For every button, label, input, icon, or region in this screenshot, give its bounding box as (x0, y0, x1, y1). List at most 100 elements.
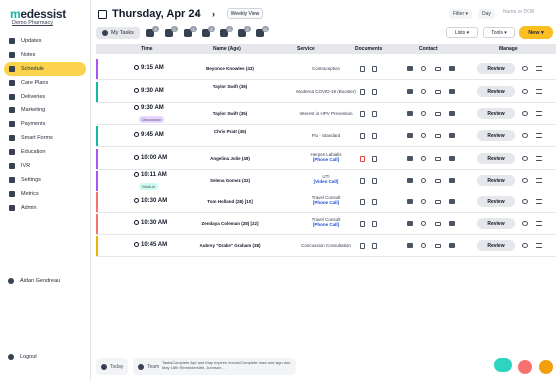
table-row[interactable]: 10:30 AM Tom Holland (28) [10] Travel Co… (96, 191, 556, 213)
list-icon[interactable] (536, 66, 542, 71)
notes-icon[interactable] (372, 221, 377, 227)
chat-icon[interactable] (449, 221, 455, 226)
sidebar-item-metrics[interactable]: Metrics (4, 187, 86, 201)
tab-icon-2[interactable]: 1 (165, 26, 178, 37)
video-icon[interactable] (435, 90, 441, 94)
review-button[interactable]: Review (477, 240, 515, 251)
video-icon[interactable] (435, 67, 441, 71)
chat-icon[interactable] (449, 89, 455, 94)
document-icon[interactable] (360, 221, 365, 227)
document-icon[interactable] (360, 111, 365, 117)
message-icon[interactable] (407, 66, 413, 71)
notes-icon[interactable] (372, 178, 377, 184)
chat-icon[interactable] (449, 243, 455, 248)
notes-icon[interactable] (372, 156, 377, 162)
review-button[interactable]: Review (477, 218, 515, 229)
sidebar-item-education[interactable]: Education (4, 145, 86, 159)
message-icon[interactable] (407, 243, 413, 248)
user-profile[interactable]: Aidan Gendreau (8, 278, 60, 284)
notes-icon[interactable] (372, 243, 377, 249)
patient-name[interactable]: Chris Pratt (45) (191, 129, 269, 134)
phone-icon[interactable] (421, 89, 426, 94)
document-icon[interactable] (360, 133, 365, 139)
next-day-button[interactable]: › (212, 9, 215, 19)
video-icon[interactable] (435, 244, 441, 248)
tools-button[interactable]: Tools ▾ (483, 27, 515, 38)
table-row[interactable]: 9:30 AM Taylor Swift (35) Moderna COVID-… (96, 81, 556, 103)
sidebar-item-payments[interactable]: Payments (4, 117, 86, 131)
table-row[interactable]: 10:45 AM Aubrey "Drake" Graham (38) Conc… (96, 235, 556, 257)
message-icon[interactable] (407, 89, 413, 94)
table-row[interactable]: 9:45 AM Chris Pratt (45) Flu - Standard … (96, 125, 556, 147)
sidebar-item-smart-forms[interactable]: Smart Forms (4, 131, 86, 145)
tab-icon-3[interactable]: 1 (184, 26, 197, 37)
video-icon[interactable] (435, 112, 441, 116)
refresh-icon[interactable] (522, 199, 528, 204)
message-icon[interactable] (407, 199, 413, 204)
sidebar-item-care-plans[interactable]: Care Plans (4, 76, 86, 90)
chat-icon[interactable] (449, 156, 455, 161)
new-button[interactable]: New ▾ (519, 26, 553, 39)
calendar-icon[interactable] (98, 9, 107, 19)
search-input[interactable]: Name or DOB (503, 9, 534, 15)
prev-day-button[interactable]: ‹ (195, 9, 198, 19)
day-dropdown[interactable]: Day (478, 9, 495, 19)
sidebar-item-ivr[interactable]: IVR (4, 159, 86, 173)
patient-name[interactable]: Selena Gomez (32) (191, 178, 269, 183)
phone-icon[interactable] (421, 178, 426, 183)
review-button[interactable]: Review (477, 153, 515, 164)
video-icon[interactable] (435, 157, 441, 161)
sidebar-item-marketing[interactable]: Marketing (4, 103, 86, 117)
review-button[interactable]: Review (477, 196, 515, 207)
phone-icon[interactable] (421, 66, 426, 71)
tab-icon-4[interactable]: 2 (202, 26, 215, 37)
sidebar-item-settings[interactable]: Settings (4, 173, 86, 187)
document-icon[interactable] (360, 199, 365, 205)
review-button[interactable]: Review (477, 108, 515, 119)
refresh-icon[interactable] (522, 221, 528, 226)
tab-icon-7[interactable]: 21 (256, 26, 269, 37)
table-row[interactable]: 10:30 AM Zendaya Coleman (28) [22] Trave… (96, 213, 556, 235)
patient-name[interactable]: Taylor Swift (35) (191, 84, 269, 89)
list-icon[interactable] (536, 133, 542, 138)
list-icon[interactable] (536, 89, 542, 94)
patient-name[interactable]: Beyonce Knowles (43) (191, 66, 269, 71)
message-icon[interactable] (407, 156, 413, 161)
sidebar-item-deliveries[interactable]: Deliveries (4, 90, 86, 104)
tab-my-tasks[interactable]: My Tasks (96, 27, 140, 39)
logout-button[interactable]: Logout (8, 354, 37, 360)
message-icon[interactable] (407, 221, 413, 226)
document-icon[interactable] (360, 178, 365, 184)
refresh-icon[interactable] (522, 133, 528, 138)
message-icon[interactable] (407, 133, 413, 138)
message-icon[interactable] (407, 111, 413, 116)
phone-icon[interactable] (421, 199, 426, 204)
table-row[interactable]: 9:15 AM Beyonce Knowles (43) Contracepti… (96, 58, 556, 80)
phone-icon[interactable] (421, 133, 426, 138)
chat-icon[interactable] (449, 178, 455, 183)
patient-name[interactable]: Taylor Swift (35) (191, 111, 269, 116)
list-icon[interactable] (536, 178, 542, 183)
chat-icon[interactable] (449, 111, 455, 116)
sidebar-item-admin[interactable]: Admin (4, 201, 86, 215)
refresh-icon[interactable] (522, 66, 528, 71)
sidebar-item-updates[interactable]: Updates (4, 34, 86, 48)
document-icon[interactable] (360, 156, 365, 162)
help-fab[interactable] (539, 360, 553, 374)
refresh-icon[interactable] (522, 243, 528, 248)
video-icon[interactable] (435, 222, 441, 226)
notes-icon[interactable] (372, 89, 377, 95)
refresh-icon[interactable] (522, 178, 528, 183)
tab-icon-1[interactable]: 3 (146, 26, 159, 37)
list-icon[interactable] (536, 111, 542, 116)
video-icon[interactable] (435, 179, 441, 183)
chat-icon[interactable] (449, 133, 455, 138)
notes-icon[interactable] (372, 199, 377, 205)
notes-icon[interactable] (372, 133, 377, 139)
notes-icon[interactable] (372, 111, 377, 117)
phone-icon[interactable] (421, 243, 426, 248)
review-button[interactable]: Review (477, 175, 515, 186)
review-button[interactable]: Review (477, 63, 515, 74)
today-button[interactable]: Today (96, 358, 128, 375)
chat-fab[interactable] (494, 358, 512, 372)
